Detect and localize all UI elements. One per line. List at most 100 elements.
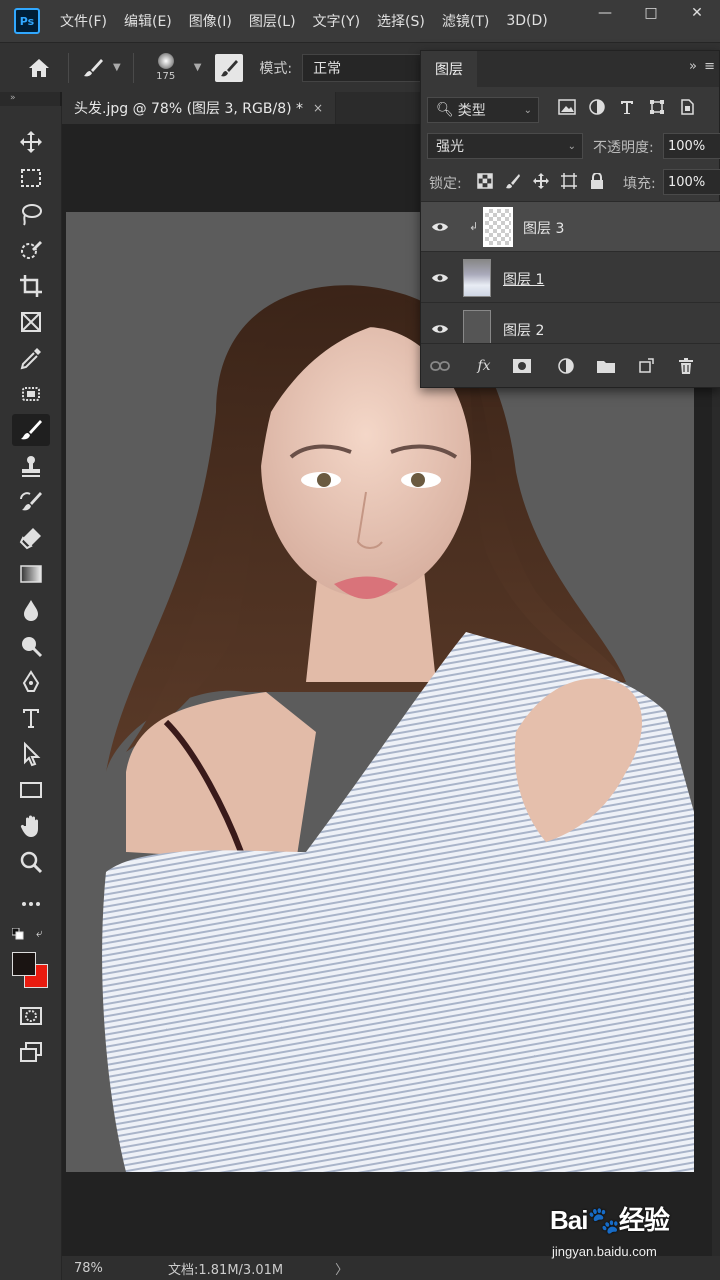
screen-mode-button[interactable] [12,1036,50,1068]
new-group-folder-icon[interactable] [595,356,617,376]
menu-select[interactable]: 选择(S) [377,11,425,31]
brush-preset-picker[interactable]: 175 ▼ [146,48,201,88]
menu-filter[interactable]: 滤镜(T) [442,11,489,31]
brush-tool[interactable] [12,414,50,446]
link-layers-icon[interactable] [429,356,451,376]
new-adjustment-layer-icon[interactable] [555,356,577,376]
filter-pixel-layer-icon[interactable] [557,97,577,117]
separator [132,52,134,83]
new-layer-icon[interactable] [635,356,657,376]
vertical-scrollbar[interactable] [712,388,720,1256]
layers-panel: 图层 » ≡ 🔍︎ 类型 ⌄ 强光 ⌄ 不透明度: 100% 锁定: 填充: 1… [420,50,720,388]
healing-brush-tool[interactable] [12,378,50,410]
filter-smart-object-icon[interactable] [677,97,697,117]
path-selection-tool[interactable] [12,738,50,770]
brush-settings-button[interactable] [215,53,244,82]
restore-button[interactable]: □ [628,0,674,26]
quick-mask-button[interactable] [12,1000,50,1032]
mode-select[interactable]: 正常 [302,53,423,82]
status-menu-arrow-icon[interactable]: 〉 [335,1259,348,1278]
document-size-info: 文档:1.81M/3.01M [168,1262,284,1278]
eye-icon[interactable] [431,220,449,234]
home-button[interactable] [22,57,56,79]
layer-thumbnail[interactable] [483,207,513,247]
quick-selection-tool[interactable] [12,234,50,266]
toolbar-collapse-toggle[interactable]: » [0,92,60,106]
lock-transparent-pixels-icon[interactable] [475,171,495,191]
type-tool[interactable] [12,702,50,734]
chevron-down-icon: ⌄ [523,105,532,116]
dodge-tool[interactable] [12,630,50,662]
layer-row-layer-3[interactable]: ↲ 图层 3 [421,202,720,252]
brush-size-value: 175 [156,71,176,82]
menu-layer[interactable]: 图层(L) [249,11,296,31]
marquee-tool[interactable] [12,162,50,194]
menu-type[interactable]: 文字(Y) [313,11,360,31]
close-tab-icon[interactable]: × [313,101,323,115]
layer-thumbnail[interactable] [463,259,491,297]
gradient-tool[interactable] [12,558,50,590]
eyedropper-tool[interactable] [12,342,50,374]
lock-position-icon[interactable] [531,171,551,191]
layer-row-layer-2[interactable]: 图层 2 [421,304,720,343]
opacity-input[interactable]: 100% [663,133,720,159]
frame-icon [21,312,41,332]
panel-menu-icon[interactable]: ≡ [704,59,715,74]
blend-mode-value: 强光 [436,139,464,155]
eye-icon[interactable] [431,322,449,336]
panel-collapse-icon[interactable]: » [689,59,697,74]
document-tab[interactable]: 头发.jpg @ 78% (图层 3, RGB/8) * × [62,92,336,124]
add-layer-style-button[interactable]: fx [473,356,495,376]
delete-layer-trash-icon[interactable] [675,356,697,376]
zoom-tool[interactable] [12,846,50,878]
hand-tool[interactable] [12,810,50,842]
swap-colors-icon[interactable]: ⤶ [36,926,43,941]
lock-artboard-icon[interactable] [559,171,579,191]
close-button[interactable]: ✕ [674,0,720,26]
eraser-tool[interactable] [12,522,50,554]
minimize-button[interactable]: — [582,0,628,26]
layer-row-layer-1[interactable]: 图层 1 [421,253,720,303]
more-dots-icon [22,902,40,906]
edit-toolbar-button[interactable] [12,888,50,920]
eye-icon[interactable] [431,271,449,285]
move-tool[interactable] [12,126,50,158]
layer-name[interactable]: 图层 1 [503,269,544,289]
crop-tool[interactable] [12,270,50,302]
menu-file[interactable]: 文件(F) [60,11,107,31]
blend-mode-select[interactable]: 强光 ⌄ [427,133,583,159]
add-mask-icon[interactable] [511,356,533,376]
foreground-color-swatch[interactable] [12,952,36,976]
color-swatches: ⤶ [10,924,54,988]
gradient-icon [20,565,42,583]
rectangle-tool[interactable] [12,774,50,806]
frame-tool[interactable] [12,306,50,338]
default-colors-icon[interactable] [12,928,24,940]
home-icon [29,58,49,77]
photoshop-logo-icon: Ps [14,8,40,34]
layer-name[interactable]: 图层 3 [523,218,564,238]
lasso-tool[interactable] [12,198,50,230]
menu-edit[interactable]: 编辑(E) [124,11,172,31]
layer-name[interactable]: 图层 2 [503,320,544,340]
bandage-icon [22,387,40,401]
clone-stamp-tool[interactable] [12,450,50,482]
menu-image[interactable]: 图像(I) [189,11,232,31]
tab-layers[interactable]: 图层 [421,51,477,87]
tool-preset-picker[interactable]: ▼ [81,56,121,80]
history-brush-tool[interactable] [12,486,50,518]
filter-adjustment-layer-icon[interactable] [587,97,607,117]
layer-filter-select[interactable]: 🔍︎ 类型 ⌄ [427,97,539,123]
quick-selection-icon [21,241,42,259]
menu-3d[interactable]: 3D(D) [506,13,547,29]
lock-image-pixels-icon[interactable] [503,171,523,191]
filter-type-layer-icon[interactable] [617,97,637,117]
pen-tool[interactable] [12,666,50,698]
layer-thumbnail[interactable] [463,310,491,343]
lock-all-icon[interactable] [587,171,607,191]
filter-shape-layer-icon[interactable] [647,97,667,117]
zoom-level-field[interactable]: 78% [62,1261,116,1276]
watermark-logo: Bai🐾经验 [550,1205,670,1235]
blur-tool[interactable] [12,594,50,626]
fill-input[interactable]: 100% [663,169,720,195]
